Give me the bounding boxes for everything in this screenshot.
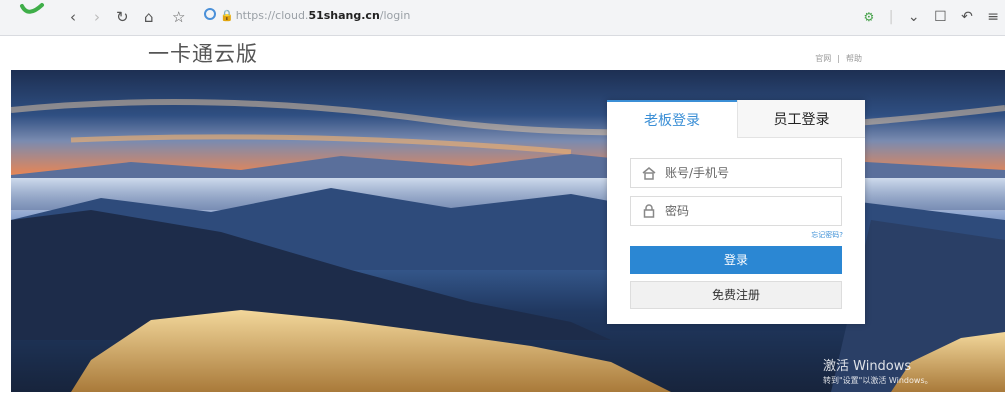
url-domain: 51shang.cn bbox=[308, 9, 380, 22]
window-icon[interactable]: ☐ bbox=[934, 9, 947, 25]
password-input[interactable] bbox=[665, 201, 835, 221]
tab-boss-login[interactable]: 老板登录 bbox=[607, 100, 737, 138]
home-user-icon bbox=[642, 167, 656, 180]
tab-staff-login[interactable]: 员工登录 bbox=[737, 100, 865, 138]
url-path: /login bbox=[379, 9, 411, 22]
browser-right-controls: ⚙ | ⌄ ☐ ↶ ≡ bbox=[853, 7, 999, 27]
header-links: 官网 | 帮助 bbox=[812, 53, 865, 64]
back-icon[interactable]: ‹ bbox=[70, 7, 76, 27]
reload-icon[interactable]: ↻ bbox=[116, 7, 129, 27]
divider: | bbox=[888, 9, 894, 25]
lock-icon bbox=[643, 204, 655, 218]
username-input[interactable] bbox=[665, 163, 835, 183]
url-scheme: https:// bbox=[235, 9, 276, 22]
help-link[interactable]: 帮助 bbox=[846, 54, 862, 63]
address-bar[interactable]: 🔒 https://cloud.51shang.cn/login bbox=[204, 5, 414, 27]
home-icon[interactable]: ⌂ bbox=[144, 7, 154, 27]
lock-icon: 🔒 bbox=[220, 9, 234, 22]
bookmark-star-icon[interactable]: ☆ bbox=[172, 7, 185, 27]
password-field bbox=[630, 196, 842, 226]
login-panel: 老板登录 员工登录 忘记密码? 登录 免费注册 bbox=[607, 100, 865, 324]
dropdown-chevron-icon[interactable]: ⌄ bbox=[908, 9, 920, 25]
login-tabs: 老板登录 员工登录 bbox=[607, 100, 865, 138]
extension-icon[interactable]: ⚙ bbox=[863, 10, 874, 24]
menu-icon[interactable]: ≡ bbox=[987, 9, 999, 25]
watermark-line1: 激活 Windows bbox=[823, 359, 912, 374]
url-domain-prefix: cloud. bbox=[275, 9, 309, 22]
username-field bbox=[630, 158, 842, 188]
security-ring-icon bbox=[204, 8, 216, 20]
undo-icon[interactable]: ↶ bbox=[961, 9, 973, 25]
login-button[interactable]: 登录 bbox=[630, 246, 842, 274]
windows-activation-watermark: 激活 Windows 转到"设置"以激活 Windows。 bbox=[823, 355, 933, 386]
site-title: 一卡通云版 bbox=[148, 42, 258, 66]
browser-toolbar: ‹ › ↻ ⌂ ☆ 🔒 https://cloud.51shang.cn/logi… bbox=[0, 0, 1005, 36]
official-site-link[interactable]: 官网 bbox=[815, 54, 831, 63]
watermark-line2: 转到"设置"以激活 Windows。 bbox=[823, 376, 933, 385]
forward-icon[interactable]: › bbox=[94, 7, 100, 27]
browser-logo-icon bbox=[20, 3, 44, 14]
register-button[interactable]: 免费注册 bbox=[630, 281, 842, 309]
link-separator: | bbox=[837, 54, 840, 63]
forgot-password-link[interactable]: 忘记密码? bbox=[811, 230, 843, 240]
